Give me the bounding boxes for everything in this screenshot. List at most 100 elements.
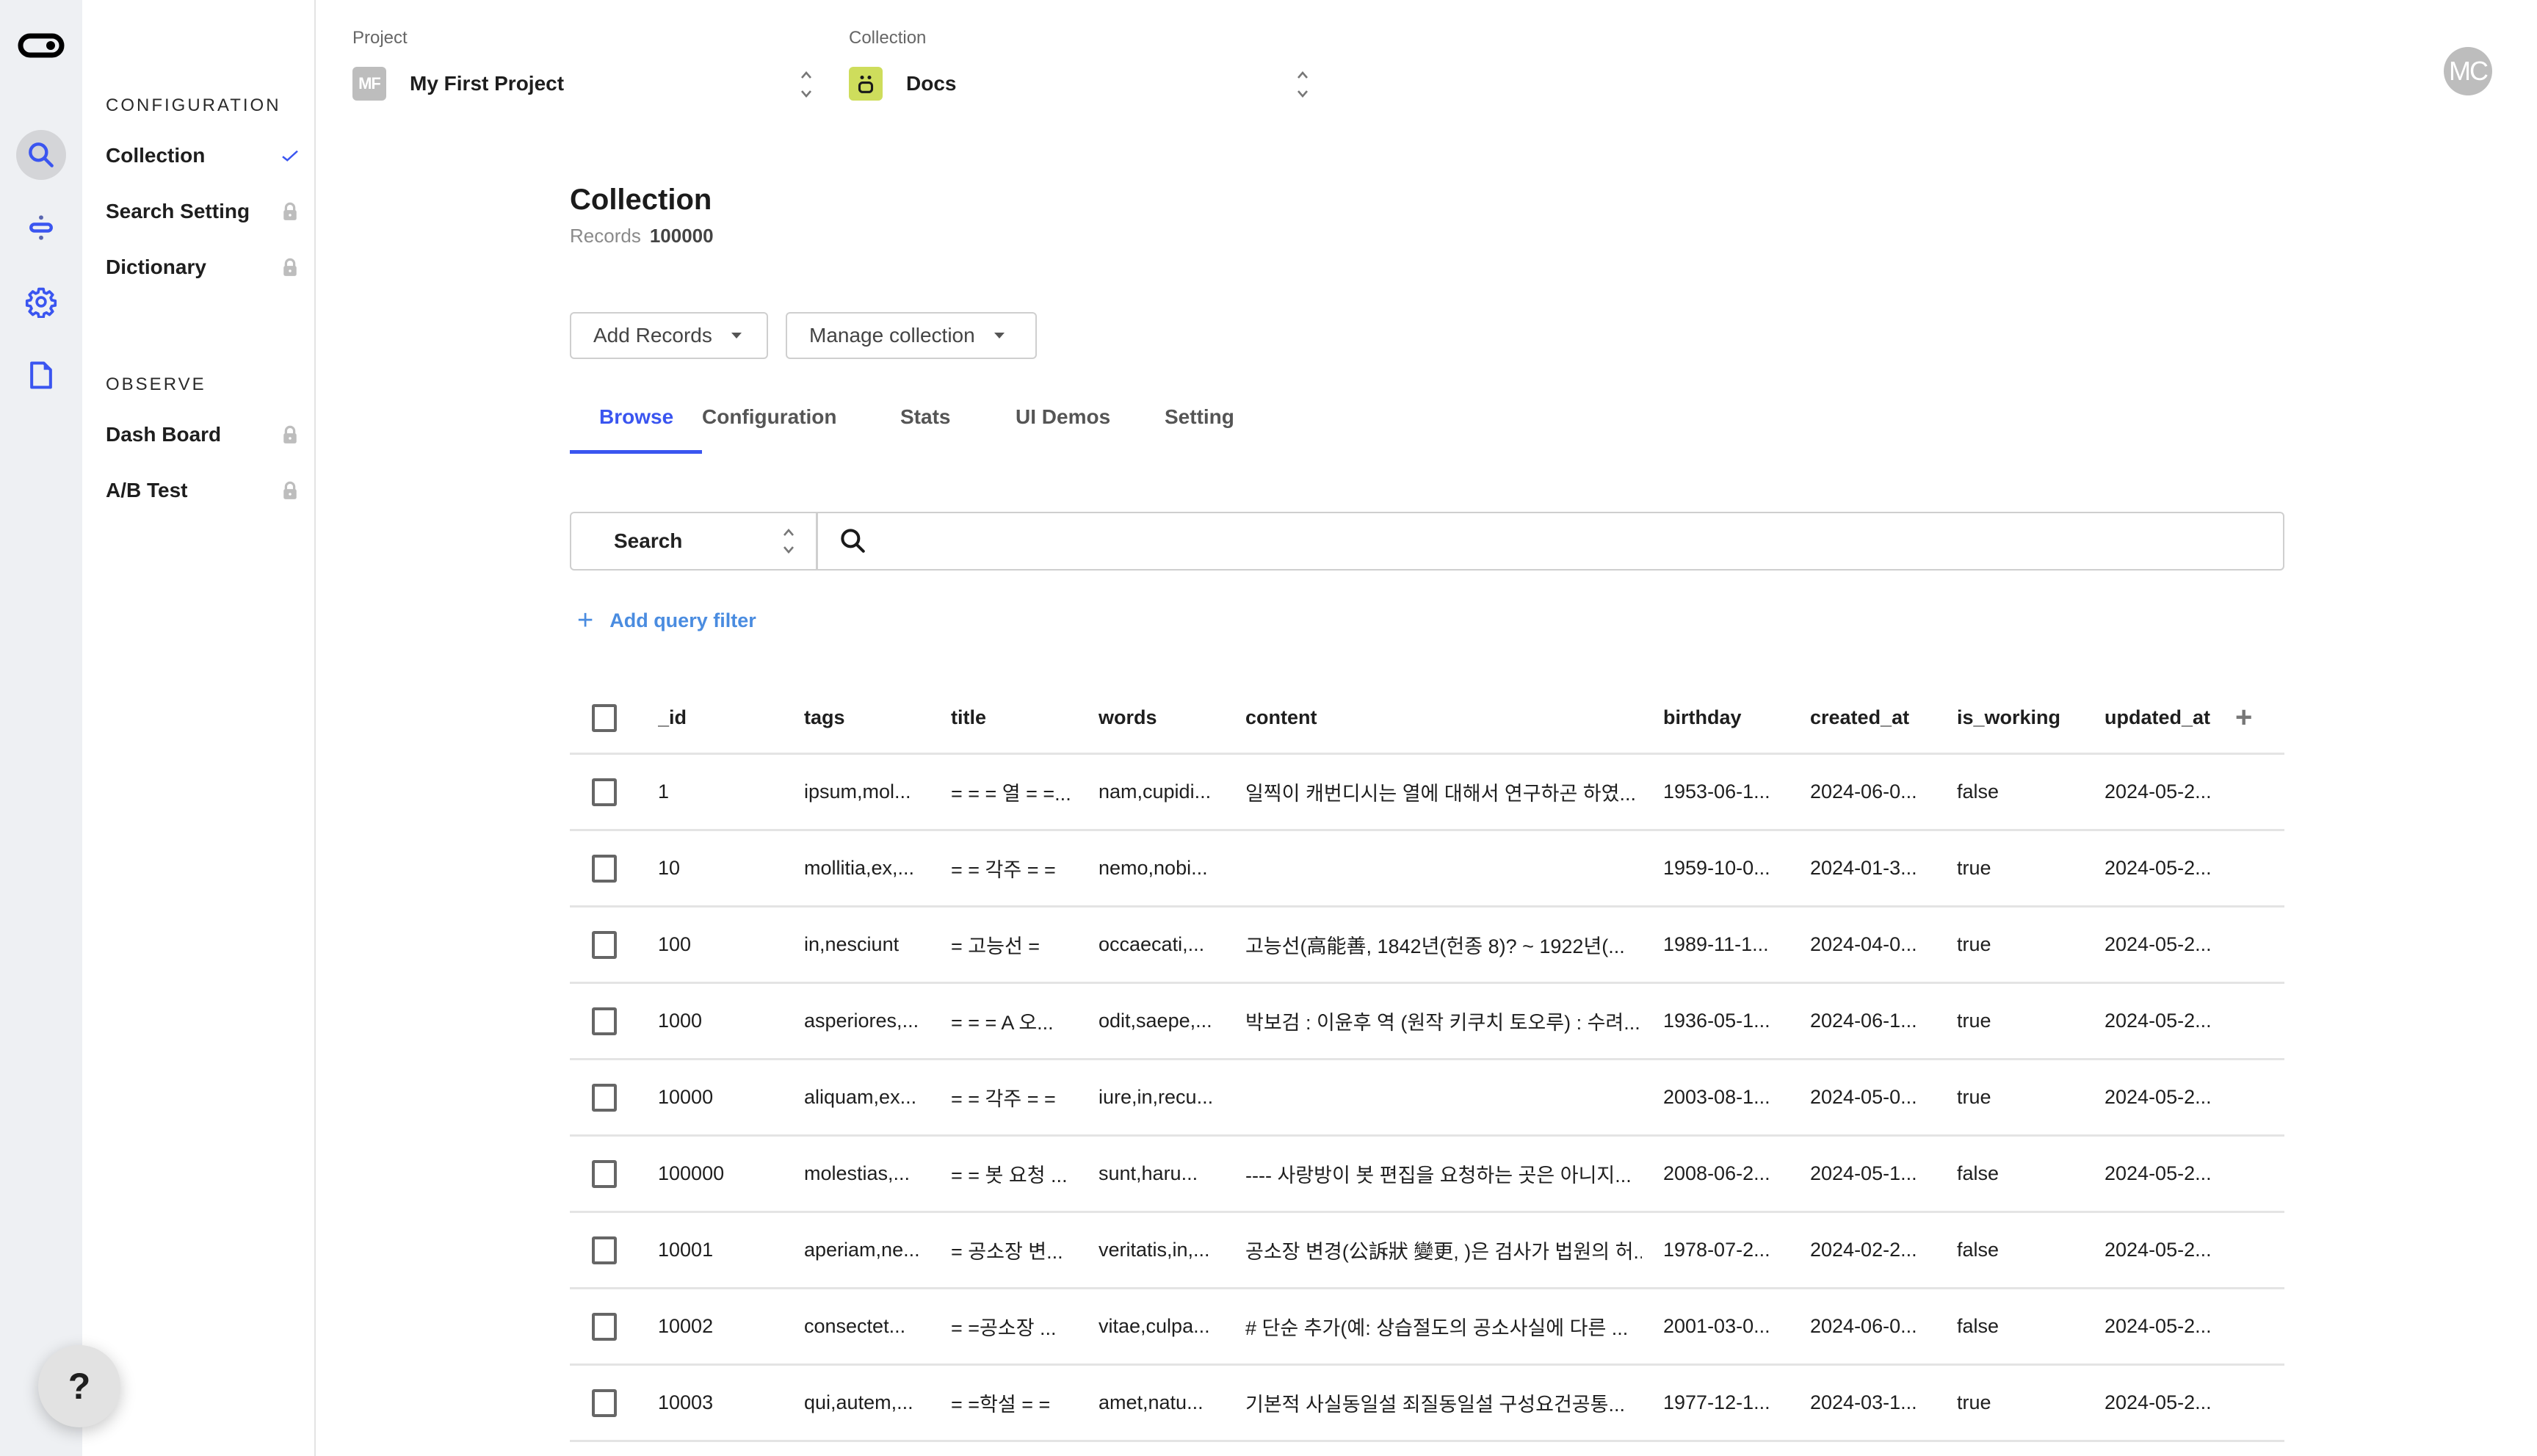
nav-item-dash-board[interactable]: Dash Board <box>106 413 303 457</box>
row-checkbox[interactable] <box>592 1312 617 1341</box>
row-checkbox[interactable] <box>592 1007 617 1035</box>
table-row[interactable]: 100000 molestias,... = = 봇 요청 ... sunt,haru… <box>570 1137 2284 1213</box>
rail-pipeline-button[interactable] <box>16 203 66 253</box>
cell-created-at: 2024-01-3... <box>1810 857 1917 879</box>
rail-docs-button[interactable] <box>16 350 66 400</box>
nav-item-label: A/B Test <box>106 479 188 501</box>
row-checkbox[interactable] <box>592 854 617 883</box>
rail-search-button[interactable] <box>16 130 66 180</box>
nav-item-dictionary[interactable]: Dictionary <box>106 245 303 289</box>
manage-collection-label: Manage collection <box>809 324 975 347</box>
row-checkbox[interactable] <box>592 1083 617 1112</box>
document-icon <box>30 361 52 389</box>
select-all-checkbox[interactable] <box>592 703 617 732</box>
search-field <box>818 513 2283 569</box>
project-select[interactable]: MF My First Project <box>352 65 815 103</box>
row-checkbox[interactable] <box>592 930 617 959</box>
plus-icon: + <box>577 605 594 636</box>
cell-created-at: 2024-02-2... <box>1810 1239 1917 1261</box>
cell-id: 10002 <box>658 1315 714 1337</box>
table-row[interactable]: 1000 asperiores,... = = = A 오... odit,saepe… <box>570 984 2284 1060</box>
column-header-title[interactable]: title <box>951 683 986 753</box>
records-value: 100000 <box>649 225 714 247</box>
column-header-tags[interactable]: tags <box>804 683 845 753</box>
cell-content: 박보검 : 이윤후 역 (원작 키쿠치 토오루) : 수려... <box>1245 1012 1640 1034</box>
add-records-button[interactable]: Add Records <box>570 312 768 359</box>
cell-birthday: 1953-06-1... <box>1663 780 1770 803</box>
project-selector: Project MF My First Project <box>352 28 815 103</box>
cell-id: 10000 <box>658 1086 714 1108</box>
check-icon <box>278 143 303 168</box>
column-header-is-working[interactable]: is_working <box>1957 683 2060 753</box>
cell-title: = = 각주 = = <box>951 859 1056 881</box>
row-checkbox[interactable] <box>592 1236 617 1264</box>
nav-item-collection[interactable]: Collection <box>106 134 303 178</box>
nav-item-label: Dictionary <box>106 256 206 278</box>
cell-tags: ipsum,mol... <box>804 780 911 803</box>
cell-tags: mollitia,ex,... <box>804 857 915 879</box>
tab-stats[interactable]: Stats <box>900 396 1016 454</box>
collection-value: Docs <box>906 72 957 95</box>
cell-tags: asperiores,... <box>804 1010 919 1032</box>
tab-browse[interactable]: Browse <box>570 396 702 454</box>
cell-is-working: false <box>1957 1239 1999 1261</box>
cell-tags: consectet... <box>804 1315 906 1337</box>
nav-item-ab-test[interactable]: A/B Test <box>106 468 303 513</box>
search-type-select[interactable]: Search <box>571 513 818 569</box>
tab-setting[interactable]: Setting <box>1165 396 1275 454</box>
add-column-button[interactable]: + <box>2235 683 2252 753</box>
lock-icon <box>278 422 303 447</box>
row-checkbox[interactable] <box>592 1159 617 1188</box>
column-header-updated-at[interactable]: updated_at <box>2104 683 2210 753</box>
table-row[interactable]: 10 mollitia,ex,... = = 각주 = = nemo,nobi... 1… <box>570 831 2284 908</box>
nav-item-label: Search Setting <box>106 200 250 222</box>
collection-select[interactable]: Docs <box>849 65 1311 103</box>
row-checkbox[interactable] <box>592 778 617 806</box>
nav-section-configuration: CONFIGURATION <box>106 95 281 115</box>
cell-created-at: 2024-04-0... <box>1810 933 1917 955</box>
column-header-content[interactable]: content <box>1245 683 1317 753</box>
tab-configuration[interactable]: Configuration <box>702 396 900 454</box>
cell-content: ---- 사랑방이 봇 편집을 요청하는 곳은 아니지... <box>1245 1165 1632 1187</box>
add-records-label: Add Records <box>593 324 712 347</box>
user-avatar[interactable]: MC <box>2444 47 2492 95</box>
toggle-logo-icon[interactable] <box>18 32 65 59</box>
table-row[interactable]: 10000 aliquam,ex... = = 각주 = = iure,in,recu… <box>570 1060 2284 1137</box>
lock-icon <box>278 478 303 503</box>
smiley-icon <box>849 67 883 101</box>
table-row[interactable]: 10002 consectet... = =공소장 ... vitae,culpa..… <box>570 1289 2284 1366</box>
rail-settings-button[interactable] <box>16 277 66 327</box>
manage-collection-button[interactable]: Manage collection <box>786 312 1037 359</box>
add-query-filter-button[interactable]: + Add query filter <box>577 606 756 634</box>
row-checkbox[interactable] <box>592 1388 617 1417</box>
search-input[interactable] <box>881 513 2283 569</box>
table-row[interactable]: 10003 qui,autem,... = =학설 = = amet,natu... 기… <box>570 1366 2284 1442</box>
cell-created-at: 2024-06-0... <box>1810 1315 1917 1337</box>
cell-words: odit,saepe,... <box>1099 1010 1212 1032</box>
cell-created-at: 2024-06-1... <box>1810 1010 1917 1032</box>
table-row[interactable]: 10001 aperiam,ne... = 공소장 변... veritatis,in… <box>570 1213 2284 1289</box>
cell-created-at: 2024-05-1... <box>1810 1162 1917 1184</box>
nav-item-search-setting[interactable]: Search Setting <box>106 189 303 233</box>
cell-id: 10 <box>658 857 681 879</box>
cell-updated-at: 2024-05-2... <box>2104 1239 2212 1261</box>
project-value: My First Project <box>410 72 565 95</box>
cell-birthday: 2001-03-0... <box>1663 1315 1770 1337</box>
column-header-words[interactable]: words <box>1099 683 1157 753</box>
cell-id: 1 <box>658 780 670 803</box>
cell-title: = =공소장 ... <box>951 1317 1057 1339</box>
column-header-birthday[interactable]: birthday <box>1663 683 1742 753</box>
cell-tags: qui,autem,... <box>804 1391 913 1413</box>
help-button[interactable]: ? <box>38 1345 120 1427</box>
column-header-created-at[interactable]: created_at <box>1810 683 1909 753</box>
tab-ui-demos[interactable]: UI Demos <box>1016 396 1165 454</box>
search-type-value: Search <box>614 529 683 552</box>
table-row[interactable]: 1 ipsum,mol... = = = 열 = =... nam,cupidi...… <box>570 755 2284 831</box>
cell-content <box>1245 1060 1642 1134</box>
cell-title: = = = A 오... <box>951 1012 1054 1034</box>
cell-words: occaecati,... <box>1099 933 1205 955</box>
column-header-id[interactable]: _id <box>658 683 687 753</box>
project-badge: MF <box>352 67 386 101</box>
records-table: _id tags title words content birthday cr… <box>570 683 2284 1442</box>
table-row[interactable]: 100 in,nesciunt = 고능선 = occaecati,... 고능선(高能… <box>570 908 2284 984</box>
